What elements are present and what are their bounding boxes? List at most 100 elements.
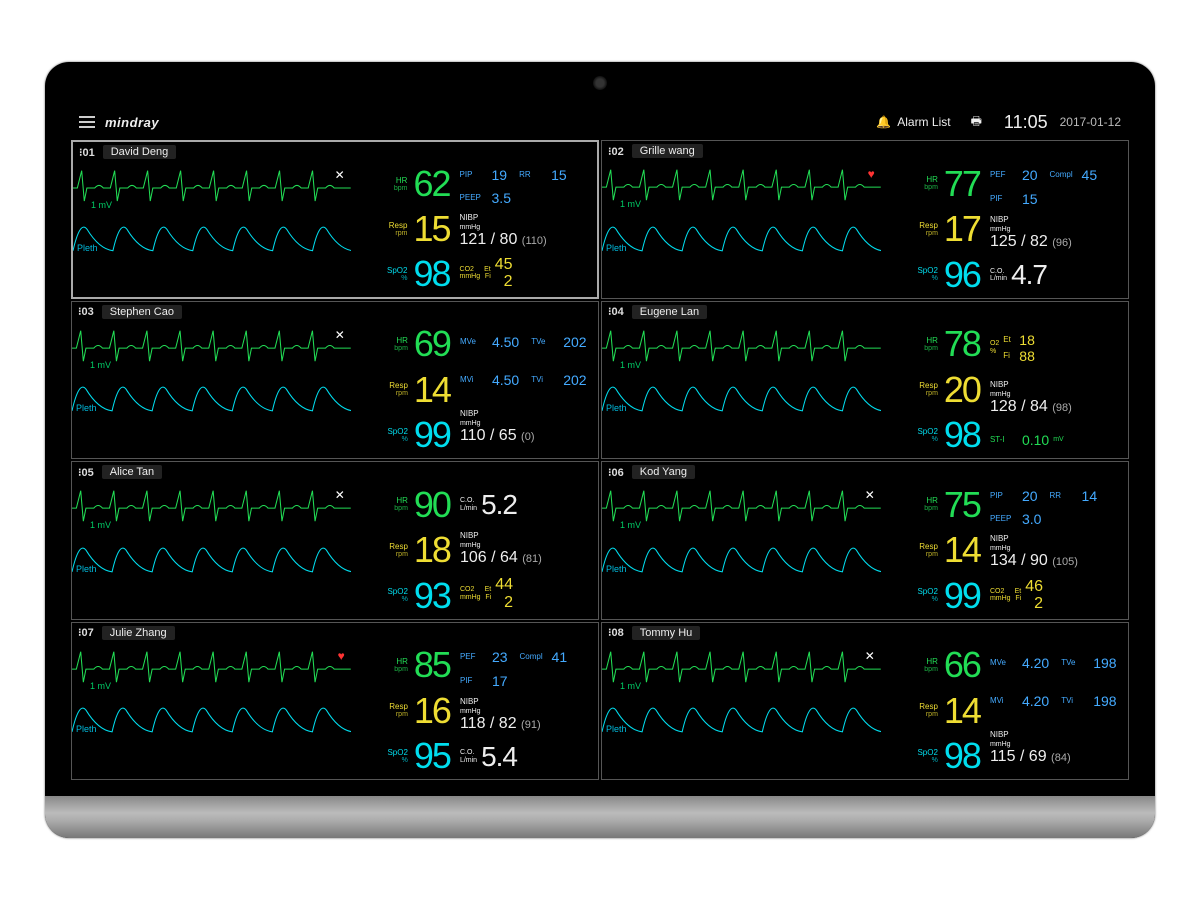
- patient-cell-03[interactable]: ⁝03 Stephen Cao ✕ 1 mV Pleth HRbpm 69 Re…: [71, 301, 599, 460]
- resp-value: 14: [414, 372, 450, 408]
- ecg-wave: [602, 482, 881, 537]
- patient-cell-01[interactable]: ⁝01 David Deng ✕ 1 mV Pleth HRbpm 62 Res…: [71, 140, 599, 299]
- waveform-area[interactable]: 1 mV Pleth: [602, 322, 881, 459]
- ecg-scale-label: 1 mV: [90, 520, 111, 530]
- resp-value: 15: [413, 211, 449, 247]
- spo2-value: 96: [944, 257, 980, 293]
- vitals-numbers: HRbpm 62 Resprpm 15 SpO2% 98: [351, 162, 456, 297]
- spo2-value: 99: [414, 417, 450, 453]
- ecg-wave: [72, 643, 351, 698]
- resp-row[interactable]: Resprpm 20: [881, 372, 980, 408]
- hr-value: 66: [944, 647, 980, 683]
- vitals-numbers: HRbpm 85 Resprpm 16 SpO2% 95: [351, 643, 456, 780]
- clock: 11:05: [1004, 112, 1048, 133]
- resp-value: 18: [414, 532, 450, 568]
- bed-number: ⁝06: [608, 466, 624, 479]
- patient-name[interactable]: Julie Zhang: [102, 626, 175, 640]
- vitals-numbers: HRbpm 90 Resprpm 18 SpO2% 93: [351, 482, 456, 619]
- screen: mindray 🔔 Alarm List 🖶 11:05 2017-01-12 …: [69, 106, 1131, 782]
- print-button[interactable]: 🖶: [971, 112, 982, 133]
- patient-cell-05[interactable]: ⁝05 Alice Tan ✕ 1 mV Pleth HRbpm 90 Resp…: [71, 461, 599, 620]
- spo2-value: 95: [414, 738, 450, 774]
- alarm-list-button[interactable]: 🔔 Alarm List: [876, 115, 950, 129]
- patient-grid: ⁝01 David Deng ✕ 1 mV Pleth HRbpm 62 Res…: [69, 138, 1131, 782]
- cell-header: ⁝08 Tommy Hu: [602, 623, 1128, 643]
- hr-row[interactable]: HRbpm 78: [881, 326, 980, 362]
- pleth-wave: [602, 697, 881, 758]
- waveform-area[interactable]: ♥ 1 mV Pleth: [602, 161, 881, 298]
- ecg-scale-label: 1 mV: [91, 200, 112, 210]
- ecg-wave: [72, 482, 351, 537]
- spo2-row[interactable]: SpO2% 95: [351, 738, 450, 774]
- patient-name[interactable]: Tommy Hu: [632, 626, 701, 640]
- waveform-area[interactable]: ✕ 1 mV Pleth: [602, 643, 881, 780]
- spo2-row[interactable]: SpO2% 93: [351, 578, 450, 614]
- resp-value: 14: [944, 693, 980, 729]
- waveform-area[interactable]: ♥ 1 mV Pleth: [72, 643, 351, 780]
- cell-body: ♥ 1 mV Pleth HRbpm 85 Resprpm 16 SpO2% 9…: [72, 643, 598, 780]
- resp-row[interactable]: Resprpm 16: [351, 693, 450, 729]
- spo2-row[interactable]: SpO2% 98: [881, 738, 980, 774]
- spo2-row[interactable]: SpO2% 96: [881, 257, 980, 293]
- pleth-wave: [602, 216, 881, 277]
- resp-row[interactable]: Resprpm 14: [351, 372, 450, 408]
- spo2-value: 93: [414, 578, 450, 614]
- hr-row[interactable]: HRbpm 85: [351, 647, 450, 683]
- ecg-scale-label: 1 mV: [90, 681, 111, 691]
- bed-number: ⁝04: [608, 305, 624, 318]
- spo2-row[interactable]: SpO2% 99: [881, 578, 980, 614]
- patient-cell-07[interactable]: ⁝07 Julie Zhang ♥ 1 mV Pleth HRbpm 85 Re…: [71, 622, 599, 781]
- resp-row[interactable]: Resprpm 15: [351, 211, 450, 247]
- patient-name[interactable]: David Deng: [103, 145, 176, 159]
- speaker-grille: [45, 796, 1155, 838]
- pleth-wave: [73, 216, 351, 277]
- hr-row[interactable]: HRbpm 77: [881, 166, 980, 202]
- ecg-wave: [602, 322, 881, 377]
- patient-cell-02[interactable]: ⁝02 Grille wang ♥ 1 mV Pleth HRbpm 77 Re…: [601, 140, 1129, 299]
- spo2-row[interactable]: SpO2% 99: [351, 417, 450, 453]
- hr-value: 90: [414, 487, 450, 523]
- patient-name[interactable]: Kod Yang: [632, 465, 695, 479]
- patient-name[interactable]: Alice Tan: [102, 465, 162, 479]
- patient-cell-08[interactable]: ⁝08 Tommy Hu ✕ 1 mV Pleth HRbpm 66 Respr…: [601, 622, 1129, 781]
- ecg-scale-label: 1 mV: [90, 360, 111, 370]
- hr-row[interactable]: HRbpm 69: [351, 326, 450, 362]
- resp-row[interactable]: Resprpm 18: [351, 532, 450, 568]
- bed-number: ⁝05: [78, 466, 94, 479]
- camera-icon: [593, 76, 607, 90]
- hr-value: 69: [414, 326, 450, 362]
- waveform-area[interactable]: ✕ 1 mV Pleth: [602, 482, 881, 619]
- patient-name[interactable]: Stephen Cao: [102, 305, 182, 319]
- waveform-area[interactable]: ✕ 1 mV Pleth: [72, 322, 351, 459]
- spo2-row[interactable]: SpO2% 98: [881, 417, 980, 453]
- resp-row[interactable]: Resprpm 14: [881, 693, 980, 729]
- patient-name[interactable]: Grille wang: [632, 144, 703, 158]
- waveform-area[interactable]: ✕ 1 mV Pleth: [73, 162, 351, 297]
- alarm-list-label: Alarm List: [897, 115, 950, 129]
- monitor-device: mindray 🔔 Alarm List 🖶 11:05 2017-01-12 …: [45, 62, 1155, 838]
- pleth-wave: [602, 537, 881, 598]
- resp-row[interactable]: Resprpm 17: [881, 211, 980, 247]
- cell-body: ✕ 1 mV Pleth HRbpm 66 Resprpm 14 SpO2% 9…: [602, 643, 1128, 780]
- hr-row[interactable]: HRbpm 90: [351, 487, 450, 523]
- waveform-area[interactable]: ✕ 1 mV Pleth: [72, 482, 351, 619]
- hr-row[interactable]: HRbpm 75: [881, 487, 980, 523]
- hr-value: 77: [944, 166, 980, 202]
- cell-body: ✕ 1 mV Pleth HRbpm 90 Resprpm 18 SpO2% 9…: [72, 482, 598, 619]
- spo2-value: 98: [944, 738, 980, 774]
- cell-header: ⁝05 Alice Tan: [72, 462, 598, 482]
- patient-cell-04[interactable]: ⁝04 Eugene Lan 1 mV Pleth HRbpm 78 Respr…: [601, 301, 1129, 460]
- nibp-block: NIBPmmHg 106 / 64 (81): [460, 531, 594, 567]
- patient-cell-06[interactable]: ⁝06 Kod Yang ✕ 1 mV Pleth HRbpm 75 Respr…: [601, 461, 1129, 620]
- hr-row[interactable]: HRbpm 66: [881, 647, 980, 683]
- ecg-wave: [73, 162, 351, 216]
- nibp-block: NIBPmmHg 110 / 65 (0): [460, 409, 594, 445]
- resp-value: 14: [944, 532, 980, 568]
- patient-name[interactable]: Eugene Lan: [632, 305, 707, 319]
- menu-icon[interactable]: [79, 116, 95, 128]
- spo2-value: 98: [944, 417, 980, 453]
- resp-row[interactable]: Resprpm 14: [881, 532, 980, 568]
- extra-params: PEF23 Compl41PIF17 NIBPmmHg 118 / 82 (91…: [456, 643, 598, 780]
- spo2-row[interactable]: SpO2% 98: [351, 256, 450, 292]
- hr-row[interactable]: HRbpm 62: [351, 166, 450, 202]
